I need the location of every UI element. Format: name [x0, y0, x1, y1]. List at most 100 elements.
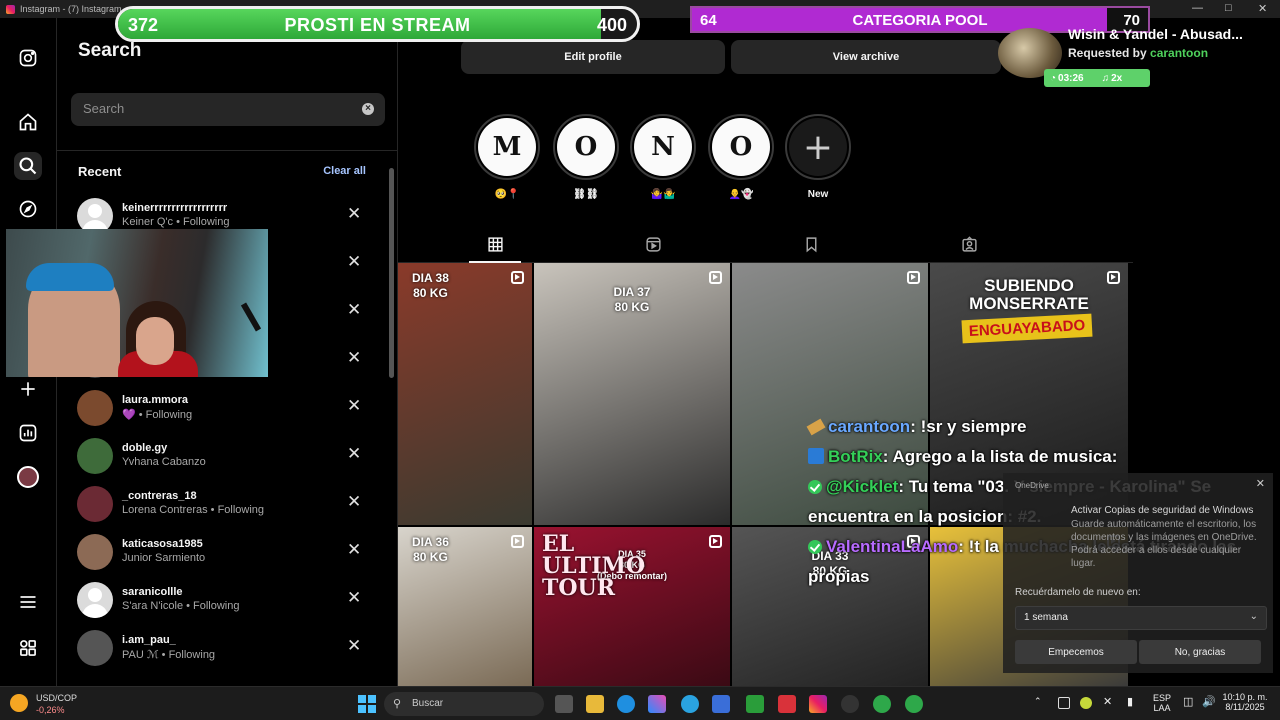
remind-select[interactable]: 1 semana ⌄: [1015, 606, 1267, 630]
post-caption: DIA 37 80 KG: [613, 285, 651, 314]
instagram-taskbar-icon[interactable]: [809, 695, 827, 713]
wrench-icon: [806, 418, 826, 436]
tray-status-icon[interactable]: [1080, 697, 1092, 709]
post-caption: SUBIENDO MONSERRATE: [969, 276, 1089, 313]
remove-recent-icon[interactable]: ✕: [347, 252, 361, 272]
chrome-profile-icon[interactable]: [905, 695, 923, 713]
reel-icon: [511, 271, 524, 284]
edge-icon[interactable]: [617, 695, 635, 713]
tray-app-icon[interactable]: [1058, 697, 1070, 709]
remove-recent-icon[interactable]: ✕: [347, 540, 361, 560]
remove-recent-icon[interactable]: ✕: [347, 396, 361, 416]
file-explorer-icon[interactable]: [586, 695, 604, 713]
clear-all-button[interactable]: Clear all: [323, 165, 366, 177]
highlight-label: 👩‍🦲👻: [728, 189, 754, 200]
post-tile[interactable]: DIA 36 80 KG: [398, 527, 532, 687]
tray-expand-icon[interactable]: ⌃: [1034, 696, 1042, 707]
remove-recent-icon[interactable]: ✕: [347, 348, 361, 368]
create-icon[interactable]: [14, 375, 42, 403]
tab-saved[interactable]: [801, 234, 821, 254]
post-caption-secondary: EL ULTIMO TOUR: [542, 531, 646, 601]
xbox-icon[interactable]: [746, 695, 764, 713]
tab-reels[interactable]: [643, 234, 663, 254]
remove-recent-icon[interactable]: ✕: [347, 492, 361, 512]
telegram-icon[interactable]: [681, 695, 699, 713]
store-icon[interactable]: [712, 695, 730, 713]
music-note-icon: ♫: [1101, 72, 1110, 84]
home-icon[interactable]: [14, 108, 42, 136]
menu-icon[interactable]: [14, 588, 42, 616]
maximize-icon[interactable]: □: [1225, 2, 1232, 14]
dashboard-icon[interactable]: [14, 419, 42, 447]
remove-recent-icon[interactable]: ✕: [347, 444, 361, 464]
recent-subtitle: Keiner Q'c • Following: [122, 216, 230, 228]
recent-item[interactable]: katicasosa1985 Junior Sarmiento ✕: [77, 530, 377, 574]
taskbar-search[interactable]: ⚲ Buscar: [384, 692, 544, 716]
notification-close-icon[interactable]: ✕: [1256, 477, 1265, 490]
copilot-icon[interactable]: [648, 695, 666, 713]
remove-recent-icon[interactable]: ✕: [347, 636, 361, 656]
chat-username: carantoon: [828, 417, 911, 436]
edit-profile-button[interactable]: Edit profile: [461, 40, 725, 74]
volume-icon[interactable]: 🔊: [1202, 695, 1216, 708]
recent-item[interactable]: laura.mmora 💜 • Following ✕: [77, 386, 377, 430]
webcam-overlay: [6, 229, 268, 377]
instagram-logo-icon[interactable]: [14, 44, 42, 72]
story-highlight[interactable]: O 👩‍🦲👻: [708, 114, 774, 200]
reel-icon: [709, 271, 722, 284]
avatar: [77, 486, 113, 522]
start-button[interactable]: Empecemos: [1015, 640, 1137, 664]
obs-icon[interactable]: [841, 695, 859, 713]
post-tile[interactable]: DIA 38 80 KG: [398, 263, 532, 525]
tab-tagged[interactable]: [959, 234, 979, 254]
scrollbar[interactable]: [389, 168, 394, 378]
taskbar-search-label: Buscar: [412, 698, 444, 709]
mic-icon[interactable]: ▮: [1127, 695, 1133, 708]
post-tile[interactable]: DIA 37 80 KG: [534, 263, 730, 525]
task-view-icon[interactable]: [555, 695, 573, 713]
profile-avatar-icon[interactable]: [14, 463, 42, 491]
remind-value: 1 semana: [1024, 612, 1068, 623]
chat-username: ValentinaLaAmo: [826, 537, 959, 556]
recent-item[interactable]: _contreras_18 Lorena Contreras • Followin…: [77, 482, 377, 526]
remove-recent-icon[interactable]: ✕: [347, 204, 361, 224]
recent-subtitle: Junior Sarmiento: [122, 552, 206, 564]
recent-username: doble.gy: [122, 442, 168, 454]
app-w-icon[interactable]: [778, 695, 796, 713]
tray-network-icon[interactable]: ✕: [1103, 695, 1112, 708]
recent-item[interactable]: saranicollle S'ara N'icole • Following ✕: [77, 578, 377, 622]
post-tile[interactable]: DIA 35 80 KG (Debo remontar) EL ULTIMO TO…: [534, 527, 730, 687]
verified-badge-icon: [808, 540, 822, 554]
explore-icon[interactable]: [14, 195, 42, 223]
search-input[interactable]: [71, 93, 351, 124]
story-highlight[interactable]: M 🥺📍: [474, 114, 540, 200]
tab-posts[interactable]: [485, 234, 505, 254]
clock[interactable]: 10:10 p. m. 8/11/2025: [1220, 692, 1270, 712]
song-time: 03:26: [1058, 72, 1084, 84]
minimize-icon[interactable]: —: [1192, 2, 1203, 14]
chat-message: carantoon: !sr y siempre: [806, 412, 1278, 442]
search-nav-icon[interactable]: [14, 152, 42, 180]
display-icon[interactable]: ◫: [1183, 695, 1193, 708]
avatar: [77, 390, 113, 426]
microphone-arm: [240, 302, 262, 332]
recent-item[interactable]: i.am_pau_ PAU ℳ • Following ✕: [77, 626, 377, 670]
story-highlight[interactable]: N 🤷‍♀️🤷‍♂️: [630, 114, 696, 200]
story-highlight[interactable]: O ⛓⛓: [553, 114, 619, 200]
recent-item[interactable]: doble.gy Yvhana Cabanzo ✕: [77, 434, 377, 478]
close-window-icon[interactable]: ✕: [1258, 2, 1267, 15]
language-indicator[interactable]: ESP LAA: [1153, 693, 1171, 713]
highlight-label: New: [807, 189, 829, 200]
clear-search-icon[interactable]: ×: [362, 103, 374, 115]
new-highlight[interactable]: + New: [785, 114, 851, 200]
no-thanks-button[interactable]: No, gracias: [1139, 640, 1261, 664]
remove-recent-icon[interactable]: ✕: [347, 588, 361, 608]
remind-label: Recuérdamelo de nuevo en:: [1015, 587, 1141, 598]
chrome-icon[interactable]: [873, 695, 891, 713]
more-apps-icon[interactable]: [14, 634, 42, 662]
remove-recent-icon[interactable]: ✕: [347, 300, 361, 320]
start-icon[interactable]: [358, 695, 376, 713]
avatar: [77, 438, 113, 474]
highlight-ring: M: [474, 114, 540, 180]
view-archive-button[interactable]: View archive: [731, 40, 1001, 74]
